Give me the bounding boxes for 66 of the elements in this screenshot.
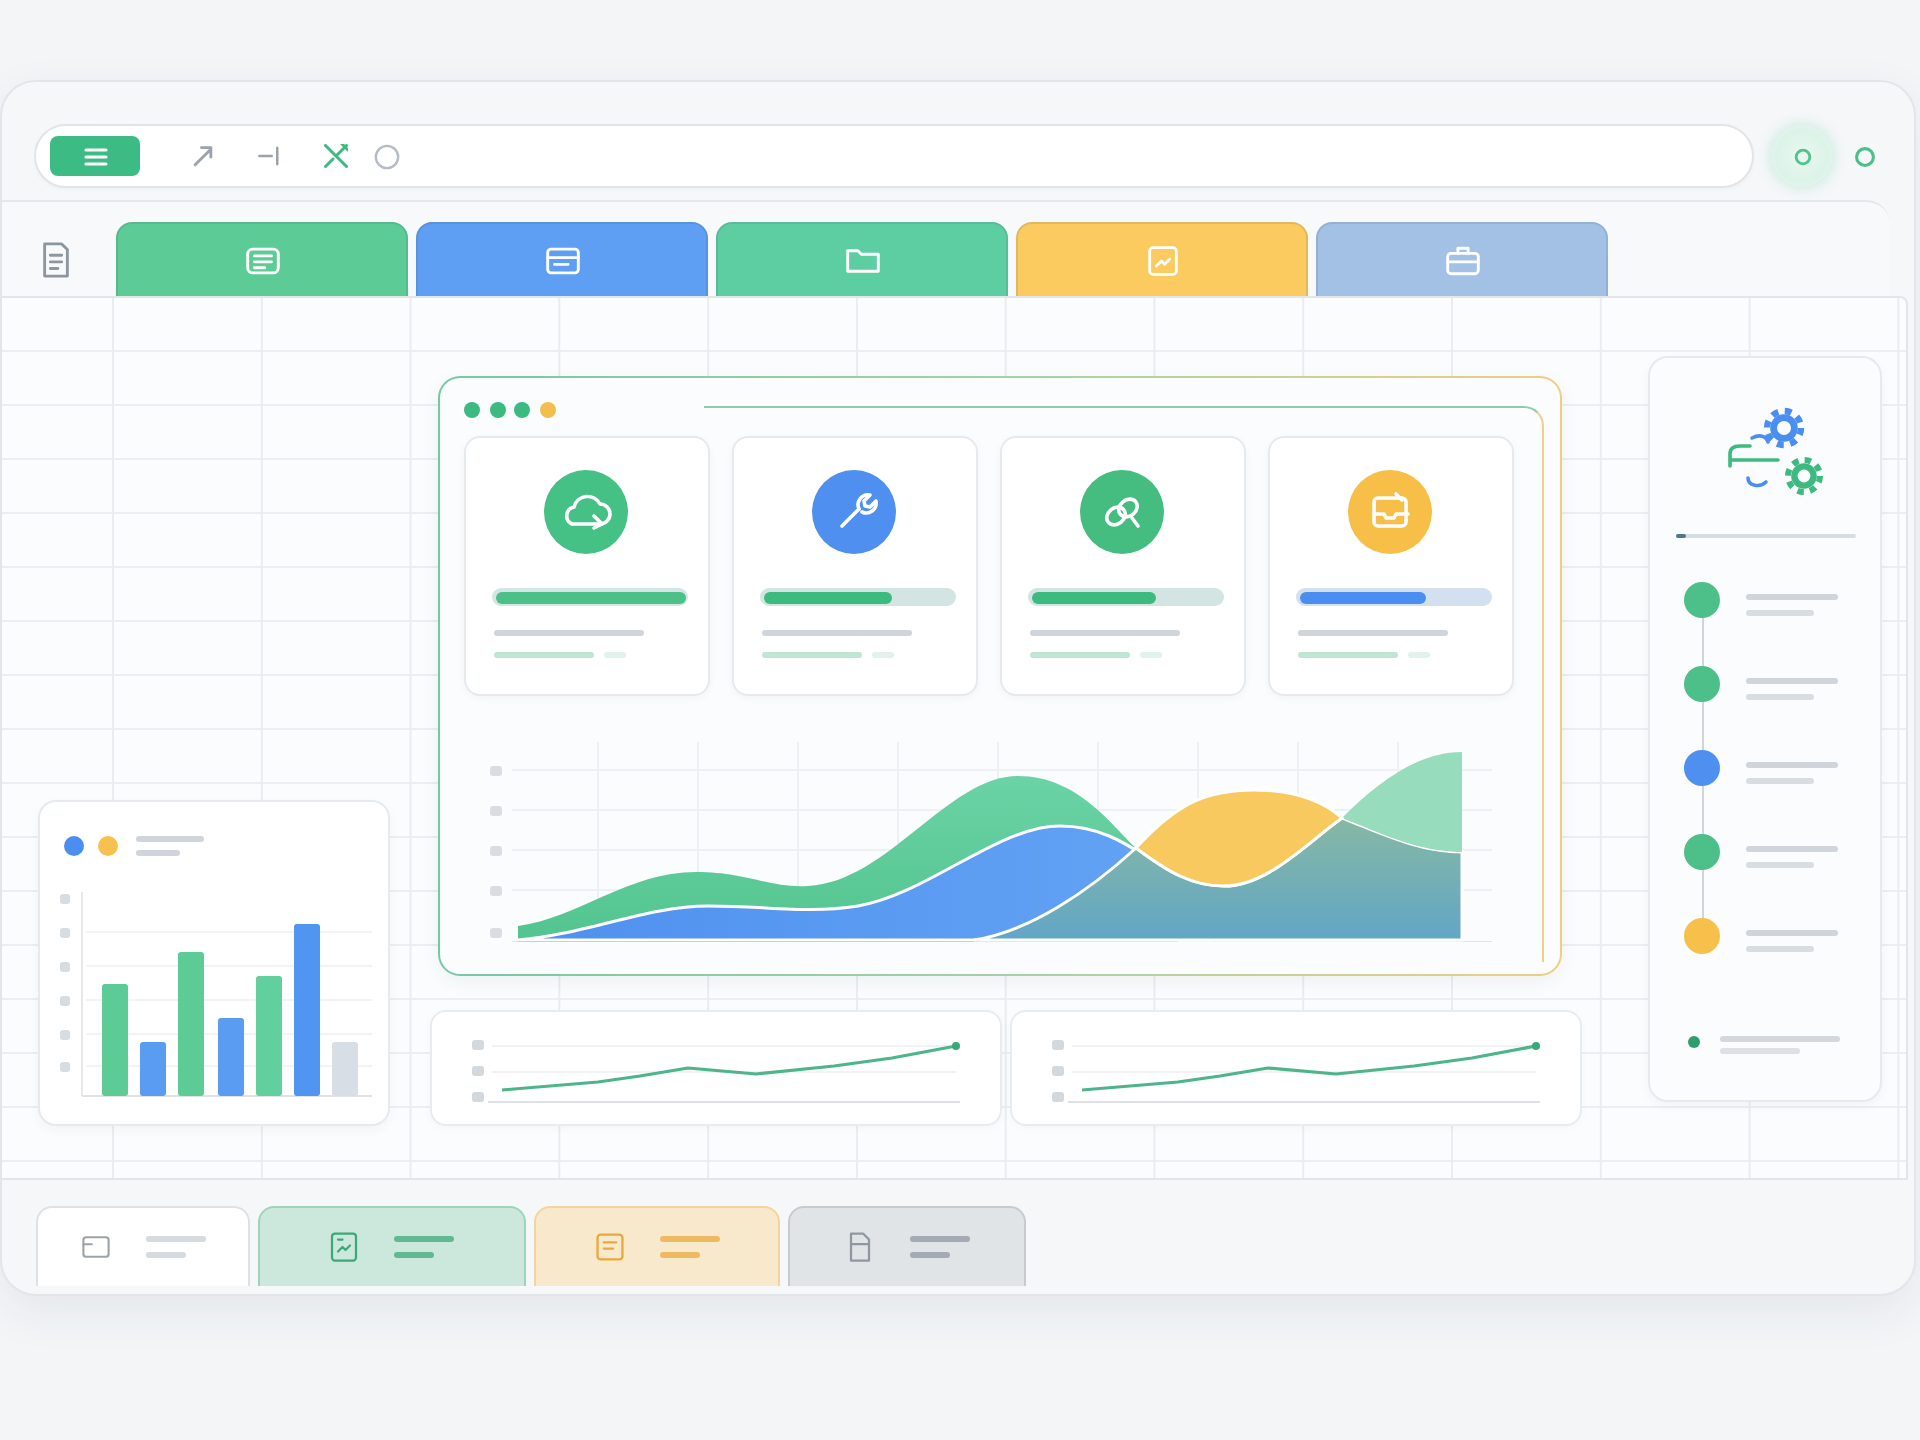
placeholder-line [1746,762,1838,768]
circle-icon[interactable] [374,143,400,169]
briefcase-icon [1445,245,1479,275]
status-button[interactable] [1772,126,1832,186]
axis-tick-mark [60,962,70,972]
placeholder-line [145,1236,205,1242]
placeholder-line [909,1252,949,1258]
placeholder-line [1746,930,1838,936]
placeholder-line [1746,946,1814,952]
document-icon[interactable] [40,241,72,277]
axis-tick-mark [490,766,502,776]
placeholder-line [1746,862,1814,868]
placeholder-line [1720,1036,1840,1042]
chart-bar [256,976,282,1096]
chart-bar [102,984,128,1096]
placeholder-line [659,1252,699,1258]
axis-tick-mark [472,1040,484,1050]
axis-tick-mark [60,894,70,904]
axis-tick-mark [490,928,502,938]
axis-tick-mark [490,846,502,856]
axis-tick-mark [60,1030,70,1040]
placeholder-line [1030,652,1130,658]
axis-tick-mark [472,1092,484,1102]
ring-icon[interactable] [1854,145,1876,167]
axis-tick-mark [60,996,70,1006]
folder-icon [845,245,879,275]
tab[interactable] [534,1206,780,1286]
arrow-icon[interactable] [192,145,214,167]
tab[interactable] [788,1206,1026,1286]
tab[interactable] [258,1206,526,1286]
placeholder-line [909,1236,969,1242]
placeholder-line [145,1252,185,1258]
placeholder-line [394,1252,434,1258]
placeholder-line [1746,846,1838,852]
chart-bar [218,1018,244,1096]
menu-button[interactable] [50,136,140,176]
placeholder-line [1746,610,1814,616]
tab[interactable] [36,1206,250,1286]
axis-tick-mark [1052,1066,1064,1076]
placeholder-line [659,1236,719,1242]
chart-bar [140,1042,166,1096]
list-icon [245,245,279,275]
tools-icon[interactable] [324,144,348,168]
axis-tick-mark [490,806,502,816]
axis-tick-mark [490,886,502,896]
axis-tick-mark [60,928,70,938]
axis-tick-mark [60,1062,70,1072]
chart-bar [178,952,204,1096]
menu-icon [83,147,107,165]
placeholder-line [136,836,204,842]
placeholder-line [1298,652,1398,658]
window-icon [545,245,579,275]
placeholder-line [1746,594,1838,600]
axis-tick-mark [1052,1040,1064,1050]
align-end-icon[interactable] [258,146,280,166]
placeholder-line [1746,678,1838,684]
placeholder-line [762,652,862,658]
axis-tick-mark [472,1066,484,1076]
placeholder-line [1746,694,1814,700]
placeholder-line [136,850,180,856]
axis-tick-mark [1052,1092,1064,1102]
placeholder-line [1746,778,1814,784]
placeholder-line [394,1236,454,1242]
chart-icon [1145,245,1179,275]
ring-icon [1793,147,1811,165]
placeholder-line [494,652,594,658]
